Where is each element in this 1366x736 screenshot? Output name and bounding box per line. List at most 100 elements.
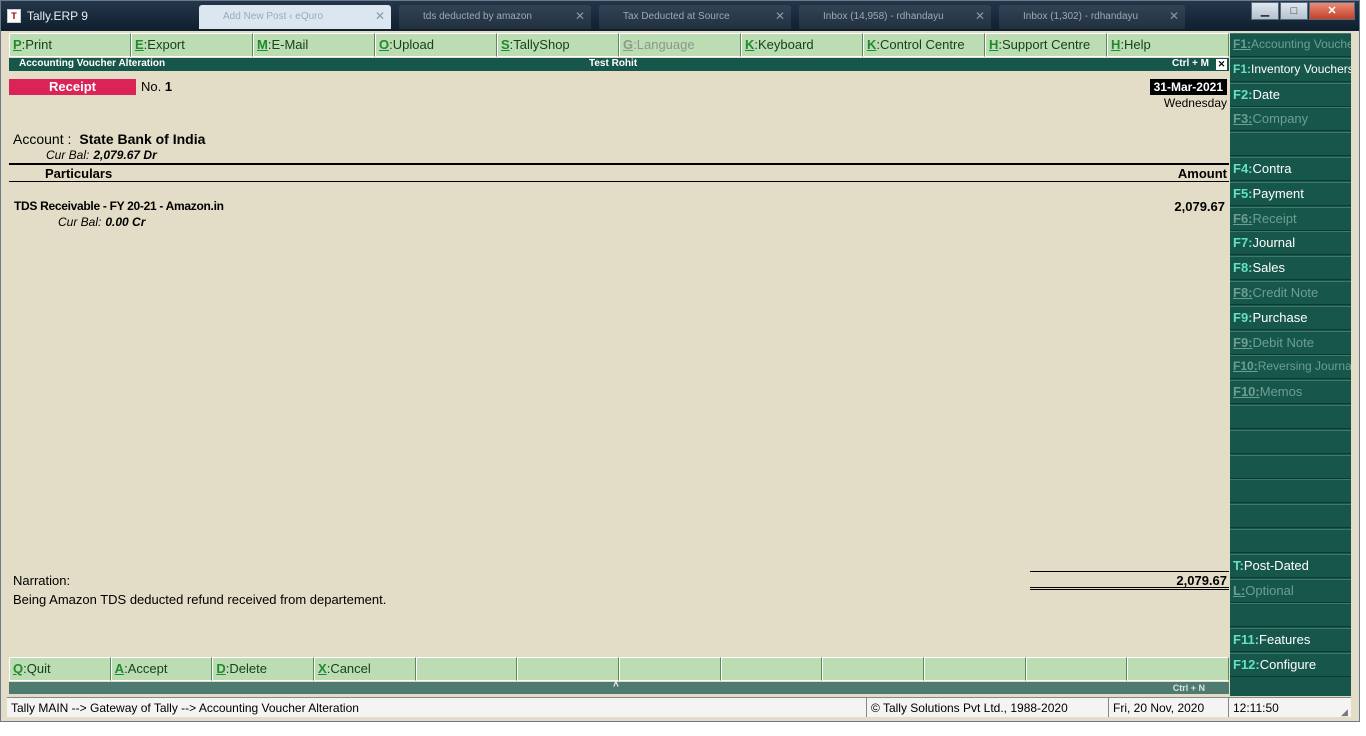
sidebar-button-features[interactable]: F11:Features bbox=[1230, 628, 1351, 653]
voucher-number[interactable]: No. 1 bbox=[141, 79, 172, 94]
button-label: Company bbox=[1252, 111, 1309, 127]
account-balance: Cur Bal: 2,079.67 Dr bbox=[46, 148, 157, 162]
sidebar-button-date[interactable]: F2:Date bbox=[1230, 82, 1351, 107]
hotkey: M bbox=[257, 37, 268, 52]
sidebar-button-credit-note[interactable]: F8:Credit Note bbox=[1230, 281, 1351, 305]
sidebar-button-post-dated[interactable]: T:Post-Dated bbox=[1230, 553, 1351, 578]
bottom-button-empty bbox=[924, 657, 1026, 681]
bottom-button-delete[interactable]: D:Delete bbox=[212, 657, 315, 681]
sidebar-button-company[interactable]: F3:Company bbox=[1230, 107, 1351, 132]
sidebar-button-purchase[interactable]: F9:Purchase bbox=[1230, 305, 1351, 330]
hotkey: F1 bbox=[1233, 61, 1248, 76]
window-controls: ▁ □ ✕ bbox=[1250, 2, 1355, 20]
top-button-language[interactable]: G:Language bbox=[619, 33, 741, 57]
entry-amount[interactable]: 2,079.67 bbox=[1174, 199, 1225, 214]
minimize-button[interactable]: ▁ bbox=[1251, 2, 1279, 20]
entry-ledger[interactable]: TDS Receivable - FY 20-21 - Amazon.in bbox=[14, 199, 224, 213]
top-button-upload[interactable]: O:Upload bbox=[375, 33, 497, 57]
hotkey: F8 bbox=[1233, 260, 1249, 276]
sidebar-button-accounting-vouchers[interactable]: F1:Accounting Vouchers bbox=[1230, 33, 1351, 57]
sidebar-button-memos[interactable]: F10:Memos bbox=[1230, 380, 1351, 405]
close-icon[interactable]: ✕ bbox=[775, 9, 785, 23]
close-icon[interactable]: ✕ bbox=[1169, 9, 1179, 23]
sidebar-button-empty bbox=[1230, 454, 1351, 479]
close-icon[interactable]: ✕ bbox=[375, 9, 385, 23]
column-particulars: Particulars bbox=[45, 166, 113, 181]
button-label: Support Centre bbox=[1002, 37, 1091, 52]
tally-window: T Tally.ERP 9 Add New Post ‹ eQuro ✕ tds … bbox=[0, 0, 1360, 722]
hotkey: F6 bbox=[1233, 210, 1249, 226]
bottom-button-empty bbox=[720, 657, 823, 681]
bottom-button-accept[interactable]: A:Accept bbox=[110, 657, 213, 681]
close-icon[interactable]: ✕ bbox=[975, 9, 985, 23]
account-value: State Bank of India bbox=[79, 131, 206, 147]
browser-tab-label: Inbox (14,958) - rdhandayu bbox=[823, 11, 944, 22]
button-label: Sales bbox=[1252, 260, 1286, 276]
browser-tab-4[interactable]: Inbox (14,958) - rdhandayu ✕ bbox=[799, 5, 991, 29]
top-button-keyboard[interactable]: K:Keyboard bbox=[741, 33, 863, 57]
sidebar-button-debit-note[interactable]: F9:Debit Note bbox=[1230, 330, 1351, 355]
browser-tab-5[interactable]: Inbox (1,302) - rdhandayu ✕ bbox=[999, 5, 1185, 29]
account-balance-value: 2,079.67 Dr bbox=[93, 148, 157, 162]
sidebar-button-journal[interactable]: F7:Journal bbox=[1230, 231, 1351, 256]
sidebar-button-payment[interactable]: F5:Payment bbox=[1230, 181, 1351, 206]
account-field[interactable]: Account : State Bank of India bbox=[13, 131, 205, 147]
button-label: Reversing Journal bbox=[1257, 359, 1351, 374]
narration-field[interactable]: Being Amazon TDS deducted refund receive… bbox=[13, 592, 386, 607]
sidebar-button-empty bbox=[1230, 504, 1351, 529]
hotkey: H bbox=[989, 37, 999, 52]
entry-balance: Cur Bal: 0.00 Cr bbox=[58, 215, 145, 229]
header-shortcut: Ctrl + M bbox=[1172, 58, 1209, 69]
bottom-button-bar: Q:Quit A:Accept D:Delete X:Cancel bbox=[9, 657, 1230, 681]
voucher-day: Wednesday bbox=[1163, 96, 1227, 110]
hotkey: P bbox=[13, 37, 22, 52]
button-label: Date bbox=[1252, 86, 1280, 102]
sidebar-button-optional[interactable]: L:Optional bbox=[1230, 578, 1351, 603]
bottom-button-quit[interactable]: Q:Quit bbox=[9, 657, 111, 681]
sidebar-button-empty bbox=[1230, 603, 1351, 628]
bottom-shortcut: Ctrl + N bbox=[1172, 683, 1205, 693]
button-label: Purchase bbox=[1252, 309, 1308, 325]
company-name: Test Rohit bbox=[589, 58, 638, 69]
copyright: © Tally Solutions Pvt Ltd., 1988-2020 bbox=[867, 698, 1109, 717]
button-label: Journal bbox=[1252, 235, 1296, 251]
expand-caret-icon[interactable]: ^ bbox=[613, 681, 619, 692]
button-label: Print bbox=[25, 37, 53, 52]
button-label: Quit bbox=[26, 661, 51, 676]
browser-tab-2[interactable]: tds deducted by amazon ✕ bbox=[399, 5, 591, 29]
entry-balance-label: Cur Bal: bbox=[58, 215, 102, 229]
top-button-print[interactable]: P:Print bbox=[9, 33, 131, 57]
sidebar-button-receipt[interactable]: F6:Receipt bbox=[1230, 206, 1351, 231]
resize-grip-icon[interactable]: ◢ bbox=[1341, 707, 1351, 717]
sidebar-button-sales[interactable]: F8:Sales bbox=[1230, 256, 1351, 281]
sidebar-button-contra[interactable]: F4:Contra bbox=[1230, 157, 1351, 181]
button-label: Accept bbox=[127, 661, 168, 676]
button-label: Export bbox=[147, 37, 185, 52]
top-button-support-centre[interactable]: H:Support Centre bbox=[985, 33, 1107, 57]
top-button-export[interactable]: E:Export bbox=[131, 33, 253, 57]
top-button-e-mail[interactable]: M:E-Mail bbox=[253, 33, 375, 57]
screen-header: Accounting Voucher Alteration Test Rohit… bbox=[9, 58, 1229, 71]
account-label: Account : bbox=[13, 131, 72, 147]
top-button-help[interactable]: H:Help bbox=[1107, 33, 1229, 57]
hotkey: X bbox=[318, 661, 327, 676]
close-screen-button[interactable]: ✕ bbox=[1216, 59, 1227, 70]
close-icon[interactable]: ✕ bbox=[575, 9, 585, 23]
top-button-bar: P:Print E:Export M:E-Mail O:Upload S:TallySh… bbox=[9, 33, 1229, 57]
voucher-date[interactable]: 31-Mar-2021 bbox=[1149, 79, 1227, 95]
sidebar-button-inventory-vouchers[interactable]: F1:Inventory Vouchers bbox=[1230, 57, 1351, 82]
voucher-number-label: No. bbox=[141, 79, 162, 94]
bottom-button-empty bbox=[1127, 657, 1230, 681]
button-label: E-Mail bbox=[271, 37, 309, 52]
top-button-tallyshop[interactable]: S:TallyShop bbox=[497, 33, 619, 57]
bottom-button-cancel[interactable]: X:Cancel bbox=[314, 657, 416, 681]
bottom-button-empty bbox=[517, 657, 620, 681]
top-button-control-centre[interactable]: K:Control Centre bbox=[863, 33, 985, 57]
button-label: Credit Note bbox=[1252, 285, 1319, 300]
browser-tab-1[interactable]: Add New Post ‹ eQuro ✕ bbox=[199, 5, 391, 29]
browser-tab-3[interactable]: Tax Deducted at Source ✕ bbox=[599, 5, 791, 29]
maximize-button[interactable]: □ bbox=[1280, 2, 1308, 20]
sidebar-button-configure[interactable]: F12:Configure bbox=[1230, 653, 1351, 677]
sidebar-button-reversing-journal[interactable]: F10:Reversing Journal bbox=[1230, 355, 1351, 380]
close-window-button[interactable]: ✕ bbox=[1309, 2, 1355, 20]
